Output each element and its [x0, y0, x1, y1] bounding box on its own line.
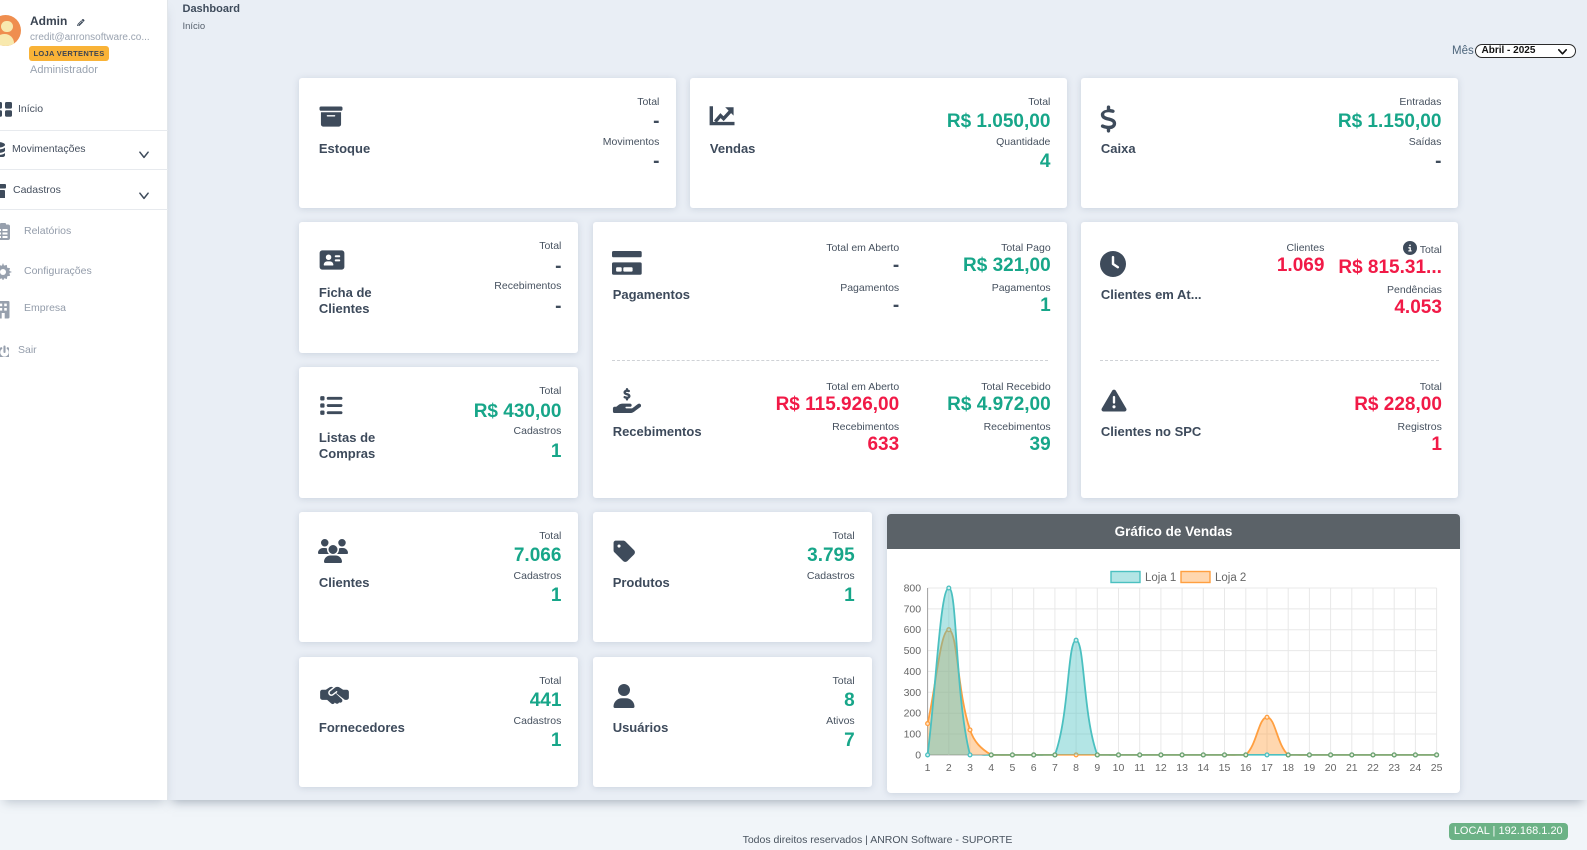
- svg-text:10: 10: [1113, 761, 1125, 773]
- svg-text:200: 200: [904, 707, 922, 719]
- svg-text:2: 2: [946, 761, 952, 773]
- svg-text:22: 22: [1367, 761, 1379, 773]
- svg-text:800: 800: [904, 582, 922, 594]
- svg-text:6: 6: [1031, 761, 1037, 773]
- svg-text:11: 11: [1134, 761, 1145, 773]
- svg-text:5: 5: [1009, 761, 1015, 773]
- svg-text:23: 23: [1388, 761, 1400, 773]
- svg-text:4: 4: [988, 761, 994, 773]
- svg-text:14: 14: [1197, 761, 1209, 773]
- svg-text:500: 500: [904, 645, 922, 657]
- svg-text:700: 700: [904, 603, 922, 615]
- svg-text:400: 400: [904, 665, 922, 677]
- svg-text:25: 25: [1431, 761, 1443, 773]
- svg-text:20: 20: [1325, 761, 1337, 773]
- svg-text:19: 19: [1304, 761, 1316, 773]
- svg-text:300: 300: [904, 686, 922, 698]
- svg-text:12: 12: [1155, 761, 1167, 773]
- svg-text:16: 16: [1240, 761, 1252, 773]
- svg-text:9: 9: [1094, 761, 1100, 773]
- svg-text:8: 8: [1073, 761, 1079, 773]
- svg-text:15: 15: [1219, 761, 1231, 773]
- svg-text:21: 21: [1346, 761, 1358, 773]
- svg-text:Loja 1: Loja 1: [1145, 572, 1176, 584]
- svg-text:1: 1: [925, 761, 931, 773]
- svg-text:Loja 2: Loja 2: [1215, 572, 1246, 584]
- svg-text:18: 18: [1282, 761, 1294, 773]
- svg-text:17: 17: [1261, 761, 1273, 773]
- svg-text:24: 24: [1410, 761, 1422, 773]
- svg-text:3: 3: [967, 761, 973, 773]
- svg-text:100: 100: [904, 728, 922, 740]
- svg-text:7: 7: [1052, 761, 1058, 773]
- svg-text:0: 0: [915, 749, 921, 761]
- svg-text:600: 600: [904, 624, 922, 636]
- svg-text:13: 13: [1176, 761, 1188, 773]
